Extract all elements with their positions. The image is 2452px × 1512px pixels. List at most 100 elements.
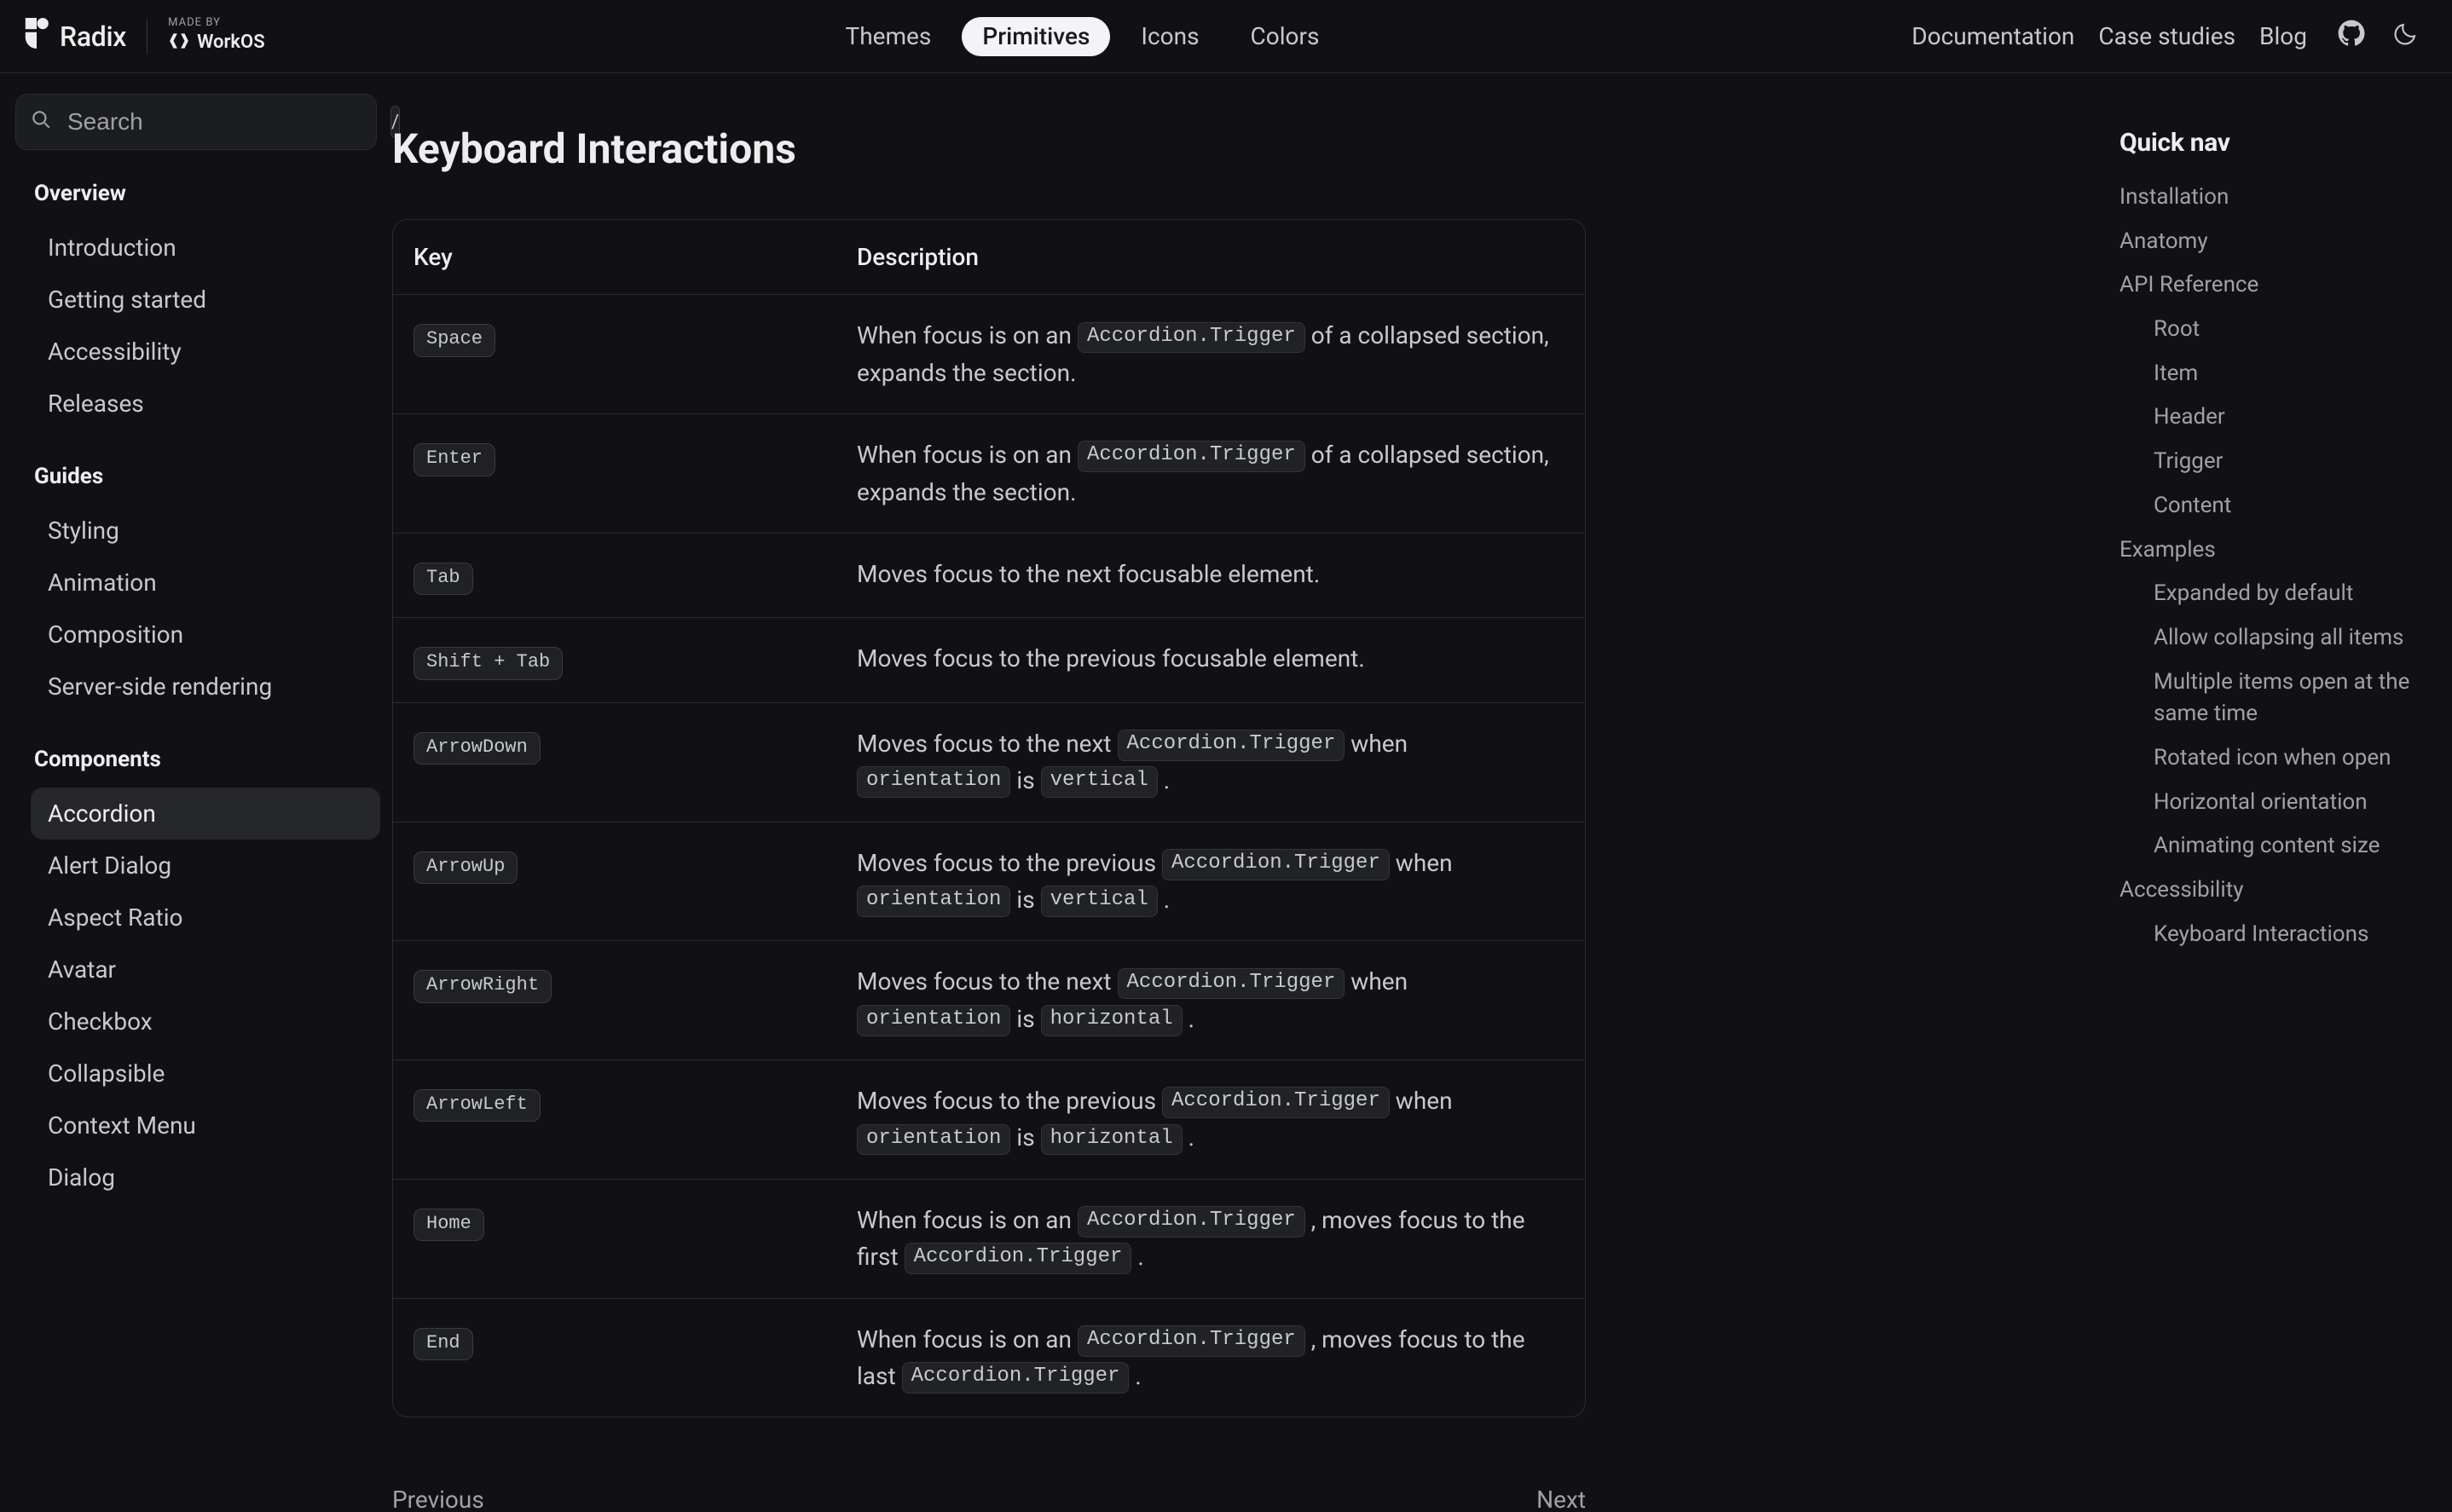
table-desc-cell: When focus is on an Accordion.Trigger of… [836, 295, 1585, 413]
table-key-cell: Home [393, 1180, 836, 1298]
sidebar-section-title: Guides [34, 464, 377, 489]
table-key-cell: Space [393, 295, 836, 413]
desc-text: when [1390, 1087, 1453, 1115]
primary-nav-item[interactable]: Themes [825, 17, 952, 56]
table-row: End When focus is on an Accordion.Trigger… [393, 1298, 1585, 1417]
table-row: ArrowLeft Moves focus to the previous Acc… [393, 1059, 1585, 1179]
sidebar-item[interactable]: Checkbox [31, 995, 380, 1047]
search-field[interactable]: / [15, 94, 377, 150]
quick-nav-item[interactable]: Accessibility [2119, 874, 2418, 907]
theme-toggle[interactable] [2384, 14, 2428, 59]
kbd-chip: Home [413, 1209, 484, 1241]
table-key-cell: Enter [393, 414, 836, 533]
quick-nav-item[interactable]: API Reference [2119, 269, 2418, 302]
sidebar-item[interactable]: Introduction [31, 222, 380, 274]
sidebar-item[interactable]: Collapsible [31, 1047, 380, 1099]
sidebar-item[interactable]: Aspect Ratio [31, 892, 380, 944]
previous-link[interactable]: Previous [392, 1486, 484, 1512]
quick-nav-item[interactable]: Header [2119, 401, 2418, 434]
desc-text: when [1345, 967, 1408, 995]
table-desc-cell: When focus is on an Accordion.Trigger , … [836, 1180, 1585, 1298]
sidebar-item[interactable]: Accordion [31, 788, 380, 840]
secondary-nav-item[interactable]: Documentation [1900, 22, 2086, 50]
sidebar-item[interactable]: Getting started [31, 274, 380, 326]
github-link[interactable] [2329, 14, 2374, 59]
table-key-cell: ArrowUp [393, 822, 836, 941]
desc-text: . [1183, 1123, 1194, 1151]
desc-text: Moves focus to the next [857, 967, 1118, 995]
quick-nav-item[interactable]: Item [2119, 358, 2418, 390]
quick-nav-item[interactable]: Rotated icon when open [2119, 742, 2418, 775]
primary-nav-item[interactable]: Primitives [962, 17, 1110, 56]
kbd-chip: ArrowUp [413, 851, 518, 884]
table-desc-cell: Moves focus to the next Accordion.Trigge… [836, 703, 1585, 822]
table-desc-cell: Moves focus to the previous Accordion.Tr… [836, 822, 1585, 941]
quick-nav-item[interactable]: Horizontal orientation [2119, 787, 2418, 819]
sidebar-item[interactable]: Accessibility [31, 326, 380, 378]
desc-text: . [1129, 1362, 1141, 1390]
code-chip: horizontal [1041, 1124, 1183, 1156]
table-row: Home When focus is on an Accordion.Trigge… [393, 1179, 1585, 1298]
primary-nav-item[interactable]: Icons [1120, 17, 1219, 56]
desc-text: . [1183, 1005, 1194, 1033]
quick-nav-item[interactable]: Expanded by default [2119, 578, 2418, 610]
desc-text: . [1158, 766, 1170, 794]
desc-text: When focus is on an [857, 441, 1078, 469]
workos-wordmark: WorkOS [197, 33, 265, 52]
quick-nav-item[interactable]: Content [2119, 490, 2418, 522]
kbd-chip: ArrowRight [413, 970, 552, 1002]
table-desc-cell: Moves focus to the previous Accordion.Tr… [836, 1060, 1585, 1179]
sidebar-item[interactable]: Context Menu [31, 1099, 380, 1151]
quick-nav-item[interactable]: Examples [2119, 534, 2418, 567]
sidebar-item[interactable]: Alert Dialog [31, 840, 380, 892]
radix-logo[interactable]: Radix [24, 18, 126, 55]
desc-text: . [1131, 1243, 1143, 1271]
search-input[interactable] [66, 107, 377, 136]
quick-nav-item[interactable]: Root [2119, 314, 2418, 346]
sidebar-item[interactable]: Avatar [31, 944, 380, 995]
table-desc-cell: Moves focus to the previous focusable el… [836, 618, 1585, 701]
desc-text: When focus is on an [857, 1206, 1078, 1234]
quick-nav-item[interactable]: Keyboard Interactions [2119, 919, 2418, 951]
sidebar: / OverviewIntroductionGetting startedAcc… [0, 73, 392, 1512]
sidebar-item[interactable]: Styling [31, 505, 380, 557]
desc-text: when [1390, 849, 1453, 877]
desc-text: is [1010, 886, 1040, 914]
quick-nav-item[interactable]: Installation [2119, 182, 2418, 214]
sidebar-item[interactable]: Dialog [31, 1151, 380, 1203]
quick-nav-item[interactable]: Anatomy [2119, 226, 2418, 258]
workos-link[interactable]: MADE BY WorkOS [168, 17, 265, 56]
search-icon [30, 108, 52, 136]
table-desc-cell: Moves focus to the next Accordion.Trigge… [836, 941, 1585, 1059]
sidebar-item[interactable]: Animation [31, 557, 380, 609]
secondary-nav-item[interactable]: Blog [2247, 22, 2319, 50]
table-key-cell: Shift + Tab [393, 618, 836, 701]
code-chip: Accordion.Trigger [1078, 441, 1305, 472]
quick-nav-item[interactable]: Allow collapsing all items [2119, 622, 2418, 655]
sidebar-section: Guides StylingAnimationCompositionServer-… [15, 464, 377, 713]
code-chip: orientation [857, 1124, 1010, 1156]
primary-nav-item[interactable]: Colors [1230, 17, 1340, 56]
table-desc-cell: Moves focus to the next focusable elemen… [836, 534, 1585, 617]
desc-text: . [1158, 886, 1170, 914]
code-chip: Accordion.Trigger [1162, 849, 1390, 880]
sidebar-item[interactable]: Releases [31, 378, 380, 430]
workos-mark: WorkOS [168, 30, 265, 56]
kbd-chip: ArrowLeft [413, 1089, 541, 1122]
header-right: DocumentationCase studiesBlog [1900, 14, 2428, 59]
secondary-nav-item[interactable]: Case studies [2086, 22, 2247, 50]
quick-nav-item[interactable]: Multiple items open at the same time [2119, 667, 2418, 730]
quick-nav-item[interactable]: Animating content size [2119, 830, 2418, 863]
sidebar-item[interactable]: Server-side rendering [31, 661, 380, 713]
github-icon [2338, 20, 2365, 53]
kbd-chip: End [413, 1328, 473, 1360]
code-chip: Accordion.Trigger [1118, 968, 1345, 1000]
sidebar-item[interactable]: Composition [31, 609, 380, 661]
main-content: Keyboard Interactions KeyDescriptionSpac… [392, 73, 2085, 1512]
table-row: ArrowRight Moves focus to the next Accord… [393, 940, 1585, 1059]
quick-nav-item[interactable]: Trigger [2119, 446, 2418, 478]
kbd-chip: Tab [413, 563, 473, 595]
next-link[interactable]: Next [1536, 1486, 1586, 1512]
table-desc-cell: When focus is on an Accordion.Trigger , … [836, 1299, 1585, 1417]
desc-text: When focus is on an [857, 321, 1078, 349]
